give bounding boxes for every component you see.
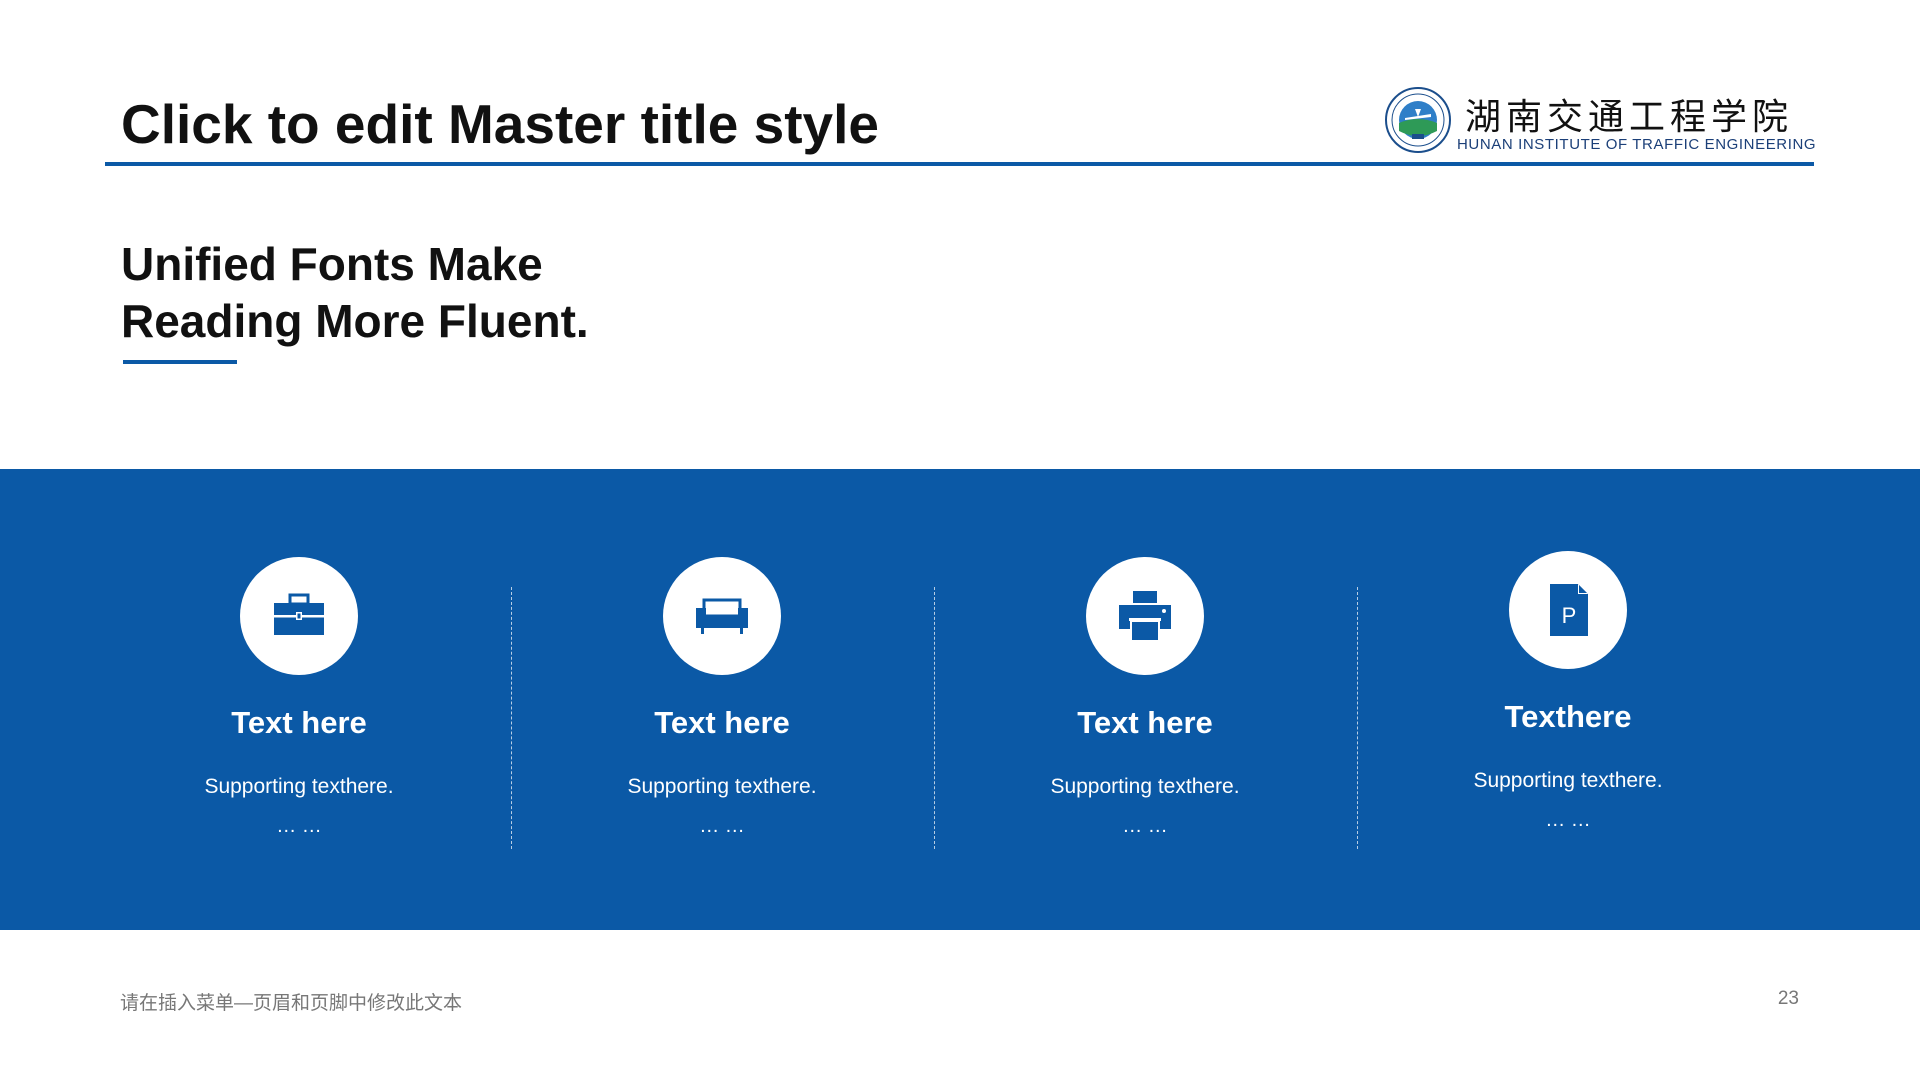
page-number: 23 <box>1777 988 1799 1009</box>
svg-text:P: P <box>1562 603 1577 628</box>
feature-title: Text here <box>1077 705 1213 740</box>
sofa-icon <box>696 598 748 634</box>
feature-title: Text here <box>654 705 790 740</box>
logo-english-name: HUNAN INSTITUTE OF TRAFFIC ENGINEERING <box>1457 136 1817 153</box>
subtitle-line-1: Unified Fonts Make <box>121 238 543 290</box>
institute-emblem-icon <box>1385 87 1451 153</box>
feature-icon-circle: P <box>1509 551 1627 669</box>
subtitle-underline <box>123 360 237 364</box>
column-divider <box>511 587 512 849</box>
feature-band: Text here Supporting texthere. … … Text … <box>0 469 1920 930</box>
feature-title: Text here <box>231 705 367 740</box>
feature-text: Supporting texthere. <box>1050 775 1240 798</box>
document-p-icon: P <box>1550 584 1588 636</box>
feature-text: Supporting texthere. <box>204 775 394 798</box>
slide-title[interactable]: Click to edit Master title style <box>121 92 879 156</box>
logo-chinese-name: 湖南交通工程学院 <box>1465 97 1794 138</box>
printer-icon <box>1119 591 1171 642</box>
column-divider <box>1357 587 1358 849</box>
section-subtitle[interactable]: Unified Fonts Make Reading More Fluent. <box>121 236 589 350</box>
feature-ellipsis: … … <box>1122 815 1168 837</box>
slide: Click to edit Master title style 湖南交通工程学… <box>0 0 1920 1080</box>
subtitle-line-2: Reading More Fluent. <box>121 295 589 347</box>
feature-text: Supporting texthere. <box>627 775 817 798</box>
feature-text: Supporting texthere. <box>1473 769 1663 792</box>
briefcase-icon <box>274 593 324 635</box>
feature-icon-circle <box>663 557 781 675</box>
feature-ellipsis: … … <box>699 815 745 837</box>
title-underline <box>105 162 1814 166</box>
feature-ellipsis: … … <box>1545 809 1591 831</box>
column-divider <box>934 587 935 849</box>
footer-text[interactable]: 请在插入菜单—页眉和页脚中修改此文本 <box>120 988 462 1015</box>
feature-icon-circle <box>1086 557 1204 675</box>
institute-logo: 湖南交通工程学院 HUNAN INSTITUTE OF TRAFFIC ENGI… <box>1385 86 1816 158</box>
feature-title: Texthere <box>1504 699 1632 734</box>
feature-ellipsis: … … <box>276 815 322 837</box>
feature-icon-circle <box>240 557 358 675</box>
